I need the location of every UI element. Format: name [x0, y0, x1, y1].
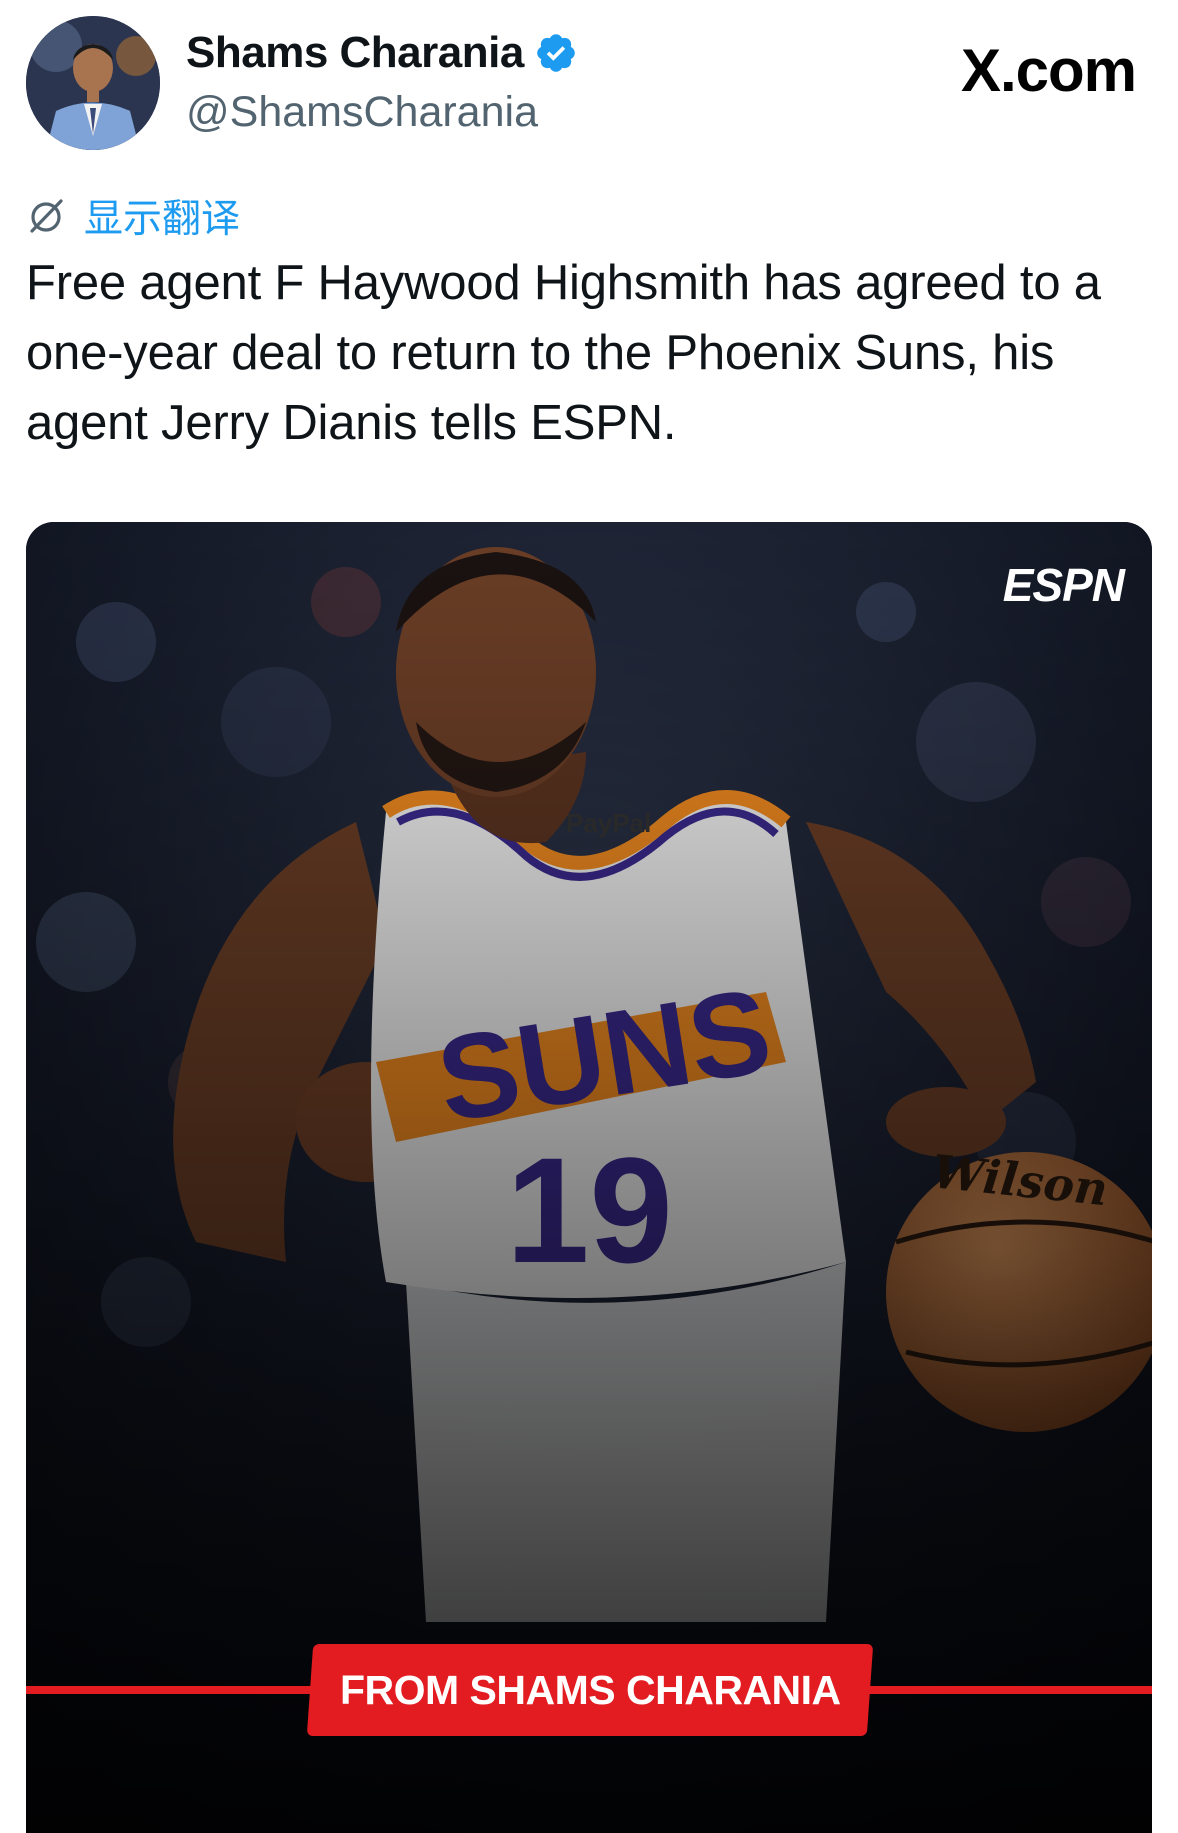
author-display-name[interactable]: Shams Charania: [186, 28, 524, 78]
author-name-row: Shams Charania: [186, 28, 578, 78]
show-translation-button[interactable]: 显示翻译: [26, 188, 240, 244]
tweet-media-image[interactable]: SUNS 19 PayPal Wilson ESPN FROM SHAMS CH…: [26, 522, 1152, 1833]
x-brand-logo: X.com: [960, 37, 1137, 104]
avatar-image: [26, 16, 160, 150]
author-avatar[interactable]: [26, 16, 160, 150]
translate-icon: [26, 196, 66, 236]
author-handle[interactable]: @ShamsCharania: [186, 88, 538, 137]
tweet-text: Free agent F Haywood Highsmith has agree…: [26, 256, 1101, 450]
verified-badge-icon: [534, 31, 578, 75]
espn-logo: ESPN: [1002, 559, 1125, 611]
tweet-header: Shams Charania @ShamsCharania X.com: [0, 0, 1178, 170]
show-translation-label: 显示翻译: [84, 197, 241, 242]
player-photo: SUNS 19 PayPal Wilson: [26, 522, 1152, 1833]
source-banner-text: FROM SHAMS CHARANIA: [339, 1666, 841, 1713]
source-banner: FROM SHAMS CHARANIA: [306, 1644, 874, 1736]
